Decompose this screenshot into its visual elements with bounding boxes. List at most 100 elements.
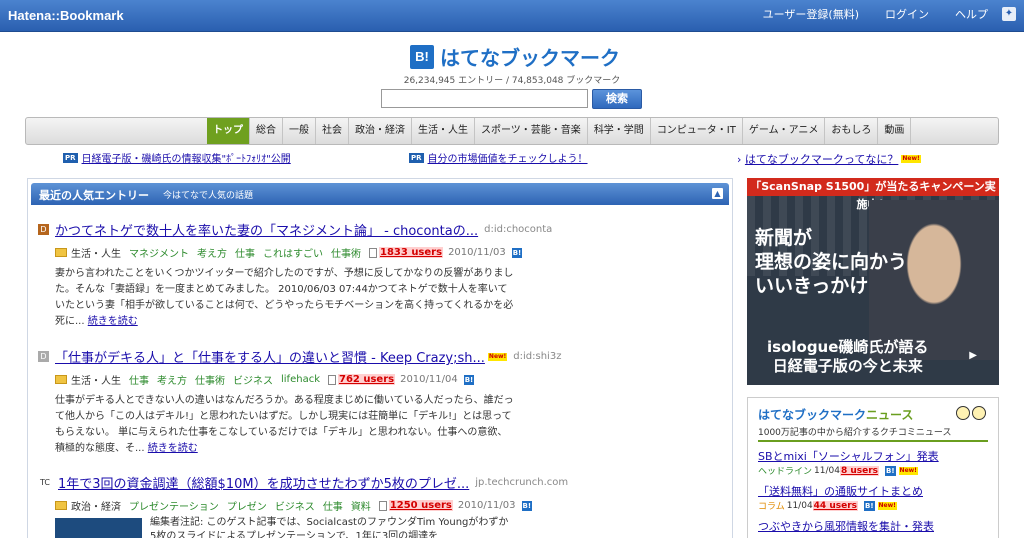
pr-badge: PR xyxy=(63,152,78,163)
entry-tag[interactable]: ビジネス xyxy=(233,372,273,387)
entry-description: 妻から言われたことをいくつかツイッターで紹介したのですが、予想に反してかなりの反… xyxy=(55,268,514,327)
entry-tag[interactable]: 考え方 xyxy=(197,245,227,260)
entry-date: 2010/11/03 xyxy=(448,247,506,258)
news-item-title[interactable]: SBとmixi「ソーシャルフォン」発表 xyxy=(758,448,988,464)
new-badge: New! xyxy=(901,155,921,163)
search-input[interactable] xyxy=(381,89,588,108)
tab-game-anime[interactable]: ゲーム・アニメ xyxy=(743,118,826,144)
register-link[interactable]: ユーザー登録(無料) xyxy=(763,6,859,22)
entry-title[interactable]: 「仕事がデキる人」と「仕事をする人」の違いと習慣 - Keep Crazy;sh… xyxy=(55,347,485,366)
document-icon xyxy=(369,247,377,258)
site-logo[interactable]: B! はてなブックマーク xyxy=(410,42,620,71)
entry-tag[interactable]: lifehack xyxy=(281,374,320,385)
entry-source[interactable]: d:id:choconta xyxy=(484,224,552,235)
news-kind: コラム xyxy=(758,502,785,512)
users-count[interactable]: 1250 users xyxy=(388,500,453,511)
folder-icon xyxy=(55,375,67,384)
users-count[interactable]: 44 users xyxy=(812,500,858,511)
entry-title[interactable]: かつてネトゲで数十人を率いた妻の「マネジメント論」 - chocontaの... xyxy=(55,220,478,239)
pr-text[interactable]: 自分の市場価値をチェックしよう！ xyxy=(428,150,588,165)
top-bar: Hatena::Bookmark ユーザー登録(無料) ログイン ヘルプ ✦ xyxy=(0,0,1024,32)
news-item-title[interactable]: 「送料無料」の通販サイトまとめ xyxy=(758,483,988,499)
logo-mark-icon: B! xyxy=(410,44,434,69)
news-subtitle: 1000万記事の中から紹介するクチコミニュース xyxy=(758,425,988,442)
news-item-title[interactable]: つぶやきから風邪情報を集計・発表 xyxy=(758,518,988,534)
folder-icon xyxy=(55,501,67,510)
entry-tag[interactable]: 仕事術 xyxy=(331,245,361,260)
tab-science[interactable]: 科学・学問 xyxy=(588,118,651,144)
entry-description: 仕事がデキる人とできない人の違いはなんだろうか。ある程度まじめに働いている人だっ… xyxy=(55,395,514,454)
entry-category[interactable]: 生活・人生 xyxy=(71,245,121,260)
new-badge: New! xyxy=(898,466,918,475)
about-text[interactable]: はてなブックマークってなに？ xyxy=(745,151,898,167)
pr-text[interactable]: 日経電子版・磯崎氏の情報収集"ﾎﾟｰﾄﾌｫﾘｵ"公開 xyxy=(82,150,291,165)
tab-computer-it[interactable]: コンピュータ・IT xyxy=(651,118,743,144)
entry-tag[interactable]: プレゼンテーション xyxy=(129,498,219,513)
category-tabs: トップ 総合 一般 社会 政治・経済 生活・人生 スポーツ・芸能・音楽 科学・学… xyxy=(25,117,999,145)
entry-title[interactable]: 1年で3回の資金調達（総額$10M）を成功させたわずか5枚のプレゼ... xyxy=(58,473,469,492)
entry-source[interactable]: jp.techcrunch.com xyxy=(475,477,568,488)
users-count[interactable]: 8 users xyxy=(839,465,880,476)
top-nav: ユーザー登録(無料) ログイン ヘルプ ✦ xyxy=(737,6,1016,22)
news-date: 11/04 xyxy=(786,500,813,511)
tab-video[interactable]: 動画 xyxy=(878,118,912,144)
pr-link-2[interactable]: PR 自分の市場価値をチェックしよう！ xyxy=(409,150,588,165)
entry-item: D かつてネトゲで数十人を率いた妻の「マネジメント論」 - chocontaの.… xyxy=(38,220,728,330)
tab-society[interactable]: 社会 xyxy=(316,118,349,144)
new-badge: New! xyxy=(877,501,897,510)
pr-badge: PR xyxy=(409,152,424,163)
pr-link-1[interactable]: PR 日経電子版・磯崎氏の情報収集"ﾎﾟｰﾄﾌｫﾘｵ"公開 xyxy=(63,150,291,165)
popular-panel-header: 最近の人気エントリー 今はてなで人気の話題 ▲ xyxy=(31,183,729,205)
entry-tag[interactable]: 仕事 xyxy=(129,372,149,387)
ad-banner[interactable]: 「ScanSnap S1500」が当たるキャンペーン実施中！ 新聞が 理想の姿に… xyxy=(747,178,999,385)
entry-tag[interactable]: マネジメント xyxy=(129,245,189,260)
new-badge: New! xyxy=(487,352,508,361)
tab-life[interactable]: 生活・人生 xyxy=(412,118,475,144)
read-more-link[interactable]: 続きを読む xyxy=(148,443,198,454)
entry-tag[interactable]: これはすごい xyxy=(263,245,323,260)
news-box: はてなブックマークニュース 1000万記事の中から紹介するクチコミニュース SB… xyxy=(747,397,999,538)
entry-category[interactable]: 政治・経済 xyxy=(71,498,121,513)
entry-tag[interactable]: プレゼン xyxy=(227,498,267,513)
tab-top[interactable]: トップ xyxy=(207,118,250,144)
pin-icon[interactable]: ✦ xyxy=(1002,7,1016,21)
entry-date: 2010/11/03 xyxy=(457,500,516,511)
news-kind: ヘッドライン xyxy=(758,467,813,477)
folder-icon xyxy=(55,248,67,257)
entry-tag[interactable]: 資料 xyxy=(351,498,371,513)
brand-link[interactable]: Hatena::Bookmark xyxy=(8,8,124,23)
document-icon xyxy=(378,500,387,511)
entry-tag[interactable]: 仕事 xyxy=(235,245,255,260)
help-link[interactable]: ヘルプ xyxy=(955,6,988,22)
add-bookmark-icon[interactable]: B! xyxy=(885,465,896,476)
users-count[interactable]: 762 users xyxy=(337,374,396,385)
entry-tag[interactable]: ビジネス xyxy=(275,498,315,513)
entry-source[interactable]: d:id:shi3z xyxy=(513,351,561,362)
collapse-icon[interactable]: ▲ xyxy=(712,188,723,199)
tab-funny[interactable]: おもしろ xyxy=(825,118,879,144)
bookmark-stats: 26,234,945 エントリー / 74,853,048 ブックマーク xyxy=(403,76,621,86)
tab-general[interactable]: 一般 xyxy=(283,118,316,144)
entry-tag[interactable]: 考え方 xyxy=(157,372,187,387)
entry-tag[interactable]: 仕事 xyxy=(323,498,343,513)
add-bookmark-icon[interactable]: B! xyxy=(511,247,523,258)
tab-politics-economy[interactable]: 政治・経済 xyxy=(349,118,412,144)
entry-item: D 「仕事がデキる人」と「仕事をする人」の違いと習慣 - Keep Crazy;… xyxy=(38,347,728,457)
tab-general-all[interactable]: 総合 xyxy=(250,118,283,144)
users-count[interactable]: 1833 users xyxy=(379,247,444,258)
ad-subcopy: isologue磯崎氏が語る 日経電子版の今と未来 xyxy=(767,338,929,375)
add-bookmark-icon[interactable]: B! xyxy=(521,500,533,511)
play-icon[interactable]: ▶ xyxy=(969,350,977,361)
add-bookmark-icon[interactable]: B! xyxy=(864,500,875,511)
entry-category[interactable]: 生活・人生 xyxy=(71,372,121,387)
login-link[interactable]: ログイン xyxy=(885,6,929,22)
entry-tag[interactable]: 仕事術 xyxy=(195,372,225,387)
about-link[interactable]: › はてなブックマークってなに？ New! xyxy=(737,151,921,167)
ad-headline: 「ScanSnap S1500」が当たるキャンペーン実施中！ xyxy=(747,178,999,211)
read-more-link[interactable]: 続きを読む xyxy=(88,316,138,327)
search-button[interactable]: 検索 xyxy=(592,89,642,109)
techcrunch-icon: TC xyxy=(39,478,50,487)
entry-thumbnail[interactable] xyxy=(55,518,142,538)
add-bookmark-icon[interactable]: B! xyxy=(463,374,475,385)
tab-sports-entertainment[interactable]: スポーツ・芸能・音楽 xyxy=(475,118,588,144)
